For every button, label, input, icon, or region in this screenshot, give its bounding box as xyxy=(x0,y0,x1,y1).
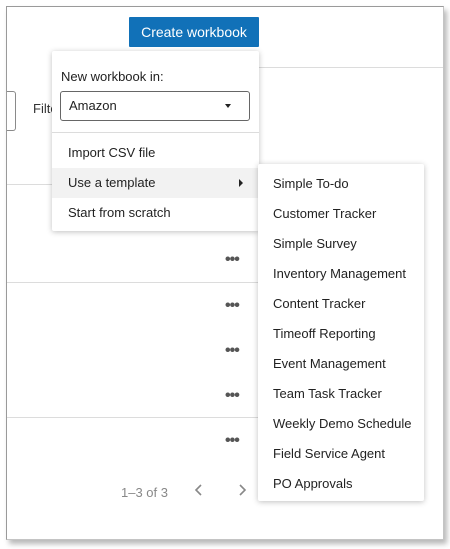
template-item[interactable]: Weekly Demo Schedule xyxy=(258,409,424,439)
template-item[interactable]: Simple To-do xyxy=(258,169,424,199)
menu-item-use-template[interactable]: Use a template xyxy=(52,168,259,198)
account-select-value: Amazon xyxy=(69,98,117,113)
chevron-left-icon[interactable] xyxy=(189,480,209,500)
row-actions-button[interactable]: ••• xyxy=(225,298,240,314)
menu-item-import-csv[interactable]: Import CSV file xyxy=(52,138,259,168)
template-item[interactable]: Team Task Tracker xyxy=(258,379,424,409)
filter-input[interactable] xyxy=(7,91,16,131)
header-divider xyxy=(259,67,443,68)
row-actions-button[interactable]: ••• xyxy=(225,433,240,449)
create-workbook-menu: New workbook in: Amazon Import CSV file … xyxy=(52,51,259,231)
template-item[interactable]: Simple Survey xyxy=(258,229,424,259)
app-window: Filter ••• ••• ••• ••• ••• 1–3 of 3 Crea… xyxy=(6,6,444,540)
row-actions-button[interactable]: ••• xyxy=(225,343,240,359)
caret-down-icon xyxy=(225,104,231,108)
row-actions-button[interactable]: ••• xyxy=(225,252,240,268)
menu-item-label: Use a template xyxy=(68,175,156,190)
menu-divider xyxy=(52,132,259,133)
table-row-divider xyxy=(7,417,259,418)
template-item[interactable]: Field Service Agent xyxy=(258,439,424,469)
template-item[interactable]: Content Tracker xyxy=(258,289,424,319)
new-workbook-in-label: New workbook in: xyxy=(61,69,164,84)
row-actions-button[interactable]: ••• xyxy=(225,388,240,404)
caret-right-icon xyxy=(239,179,243,187)
template-item[interactable]: Timeoff Reporting xyxy=(258,319,424,349)
template-item[interactable]: PO Approvals xyxy=(258,469,424,499)
menu-item-start-from-scratch[interactable]: Start from scratch xyxy=(52,198,259,228)
template-submenu: Simple To-do Customer Tracker Simple Sur… xyxy=(258,164,424,501)
template-item[interactable]: Event Management xyxy=(258,349,424,379)
template-item[interactable]: Customer Tracker xyxy=(258,199,424,229)
account-select[interactable]: Amazon xyxy=(60,91,250,121)
table-row-divider xyxy=(7,282,259,283)
create-workbook-button[interactable]: Create workbook xyxy=(129,17,259,47)
template-item[interactable]: Inventory Management xyxy=(258,259,424,289)
pagination-text: 1–3 of 3 xyxy=(121,485,168,500)
chevron-right-icon[interactable] xyxy=(232,480,252,500)
